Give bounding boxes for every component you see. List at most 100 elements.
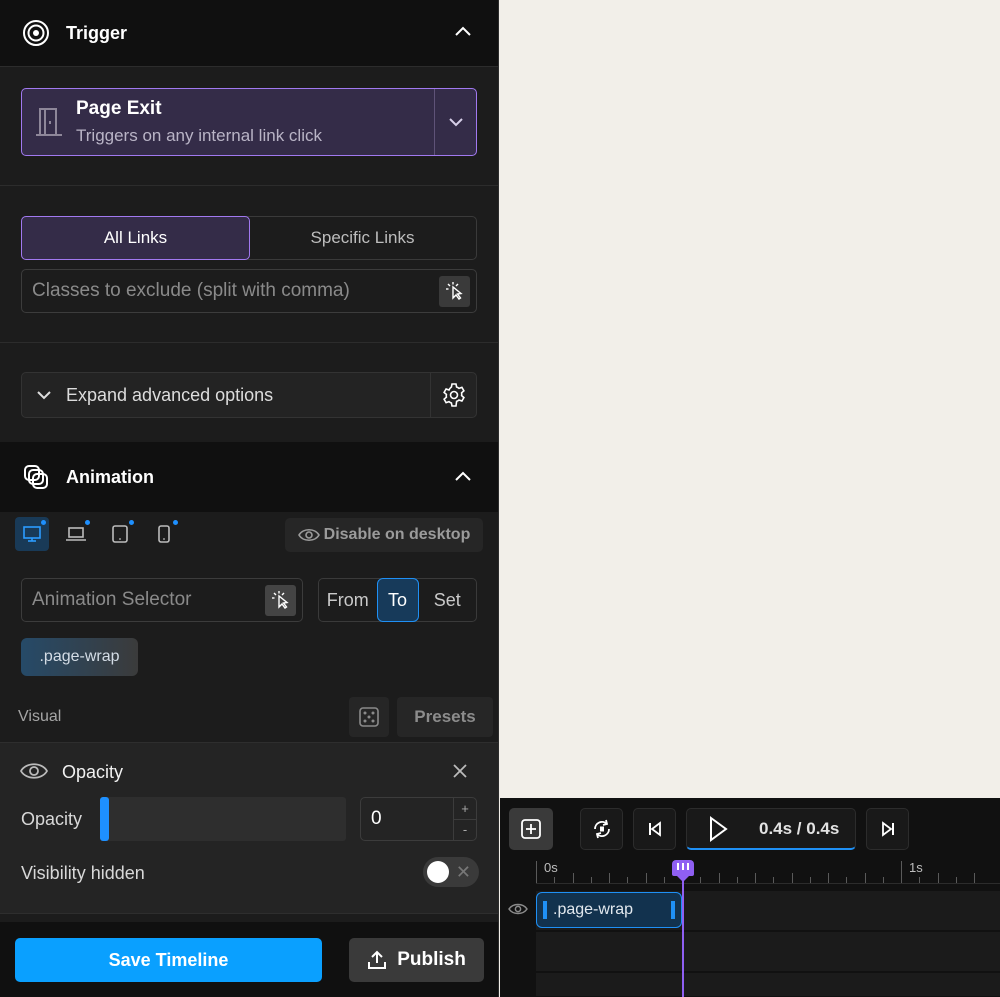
cursor-select-icon [445,282,463,300]
set-mode-option[interactable]: Set [419,579,477,621]
chevron-down-icon [37,391,51,400]
presets-button[interactable]: Presets [397,697,493,737]
dice-icon [359,707,379,727]
decrement-button[interactable]: - [454,820,476,841]
selector-chip[interactable]: .page-wrap [21,638,138,676]
to-mode-option[interactable]: To [376,578,419,622]
playhead-line [682,862,684,997]
preview-canvas [500,0,1000,798]
timeline-ruler[interactable]: 0s 1s [536,858,1000,884]
opacity-slider[interactable] [100,797,346,841]
skip-to-start-button[interactable] [633,808,676,850]
opacity-slider-label: Opacity [21,809,83,829]
animation-section-header[interactable]: Animation [0,442,498,512]
skip-to-end-button[interactable] [866,808,909,850]
from-mode-option[interactable]: From [319,579,377,621]
advanced-options-label: Expand advanced options [66,384,274,405]
door-exit-icon [36,108,62,136]
ruler-subtick [590,877,592,883]
breakpoint-indicator-dot [85,520,90,525]
ruler-tick [901,861,902,883]
timeline-time-display: 0.4s / 0.4s [759,818,840,838]
randomize-button[interactable] [349,697,389,737]
animation-selector-placeholder: Animation Selector [32,589,192,610]
layers-icon [24,465,48,489]
playback-control[interactable]: 0.4s / 0.4s [686,808,856,850]
skip-forward-icon [881,821,894,837]
desktop-breakpoint-button[interactable] [15,517,49,551]
tablet-breakpoint-button[interactable] [103,517,137,551]
specific-links-option[interactable]: Specific Links [249,217,476,259]
timeline-track[interactable] [536,973,1000,997]
trigger-icon [23,20,49,46]
increment-button[interactable]: + [454,798,476,820]
trigger-type-title: Page Exit [76,98,162,119]
ruler-subtick [700,877,702,883]
eye-icon[interactable] [20,761,48,781]
upload-icon [368,950,387,969]
loop-button[interactable] [580,808,623,850]
breakpoint-indicator-dot [173,520,178,525]
tablet-icon [112,525,128,543]
chevron-up-icon[interactable] [453,467,473,487]
divider [0,66,498,67]
ruler-tick [755,873,756,883]
add-animation-button[interactable] [509,808,553,850]
ruler-tick [828,873,829,883]
loop-icon [593,819,610,839]
ruler-tick [791,873,793,883]
exclude-classes-placeholder: Classes to exclude (split with comma) [32,280,350,301]
mobile-icon [158,525,170,543]
gear-icon [442,383,465,407]
clip-label: .page-wrap [553,901,634,918]
chevron-up-icon[interactable] [453,22,473,42]
save-timeline-button[interactable]: Save Timeline [15,938,322,982]
ruler-tick [609,873,610,883]
clip-end-handle[interactable] [671,901,675,919]
laptop-icon [66,527,86,541]
playhead-handle[interactable] [672,860,694,882]
publish-button[interactable]: Publish [349,938,484,982]
trigger-dropdown-button[interactable] [434,89,476,155]
opacity-slider-handle[interactable] [100,797,109,841]
ruler-subtick [627,877,629,883]
ruler-tick [937,873,939,883]
play-icon[interactable] [707,815,729,842]
animation-mode-toggle: From To Set [318,578,477,622]
element-picker-button[interactable] [265,584,296,616]
visibility-hidden-toggle[interactable]: ✕ [423,857,479,887]
animation-clip[interactable]: .page-wrap [536,892,682,928]
ruler-tick [572,873,574,883]
element-picker-button[interactable] [439,275,470,307]
exclude-classes-input[interactable]: Classes to exclude (split with comma) [21,269,477,313]
breakpoint-indicator-dot [129,520,134,525]
ruler-tick [974,873,975,883]
trigger-section-header[interactable]: Trigger [0,0,498,66]
ruler-label-1s: 1s [909,860,923,875]
timeline-panel: 0.4s / 0.4s 0s 1s .page-wrap [500,798,1000,997]
opacity-number-input[interactable]: 0 + - [360,797,477,841]
ruler-subtick [663,877,665,883]
ruler-subtick [882,877,884,883]
trigger-type-select[interactable]: Page Exit Triggers on any internal link … [21,88,477,156]
eye-icon[interactable] [508,902,528,916]
chevron-down-icon [448,118,463,127]
panel-footer: Save Timeline Publish [0,922,498,997]
disable-on-desktop-button[interactable]: Disable on desktop [285,518,483,552]
opacity-value[interactable]: 0 [361,798,453,840]
advanced-settings-button[interactable] [430,373,476,417]
all-links-option[interactable]: All Links [21,216,250,260]
link-mode-toggle: All Links Specific Links [21,216,477,260]
laptop-breakpoint-button[interactable] [59,517,93,551]
close-icon[interactable] [451,762,469,780]
animation-selector-input[interactable]: Animation Selector [21,578,303,622]
plus-square-icon [521,819,541,839]
advanced-options-toggle[interactable]: Expand advanced options [21,372,477,418]
timeline-track[interactable] [536,932,1000,972]
ruler-tick [718,873,720,883]
mobile-breakpoint-button[interactable] [147,517,181,551]
skip-back-icon [648,821,661,837]
clip-start-handle[interactable] [543,901,547,919]
settings-panel: Trigger Page Exit Triggers on any intern… [0,0,499,997]
eye-icon [297,528,320,542]
